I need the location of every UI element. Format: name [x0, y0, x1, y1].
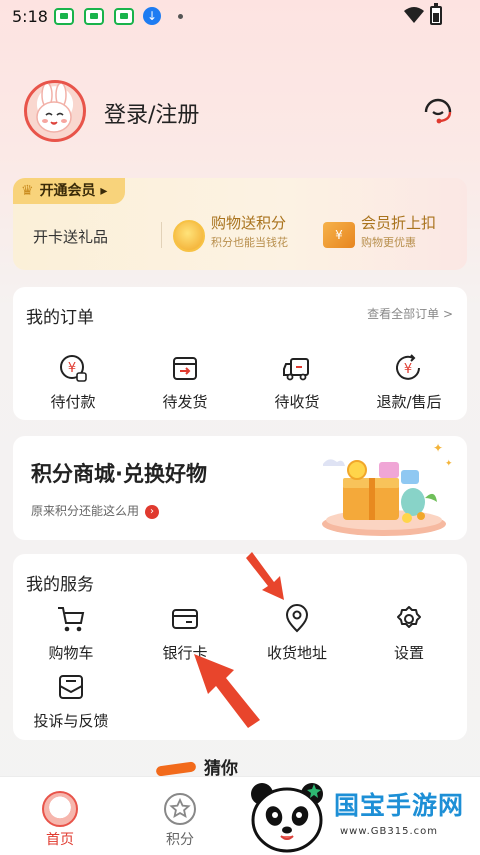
tab-label: 首页	[46, 832, 74, 848]
pending-shipment-icon	[173, 357, 197, 380]
home-rabbit-icon	[42, 791, 78, 827]
service-label: 收货地址	[266, 644, 327, 662]
star-icon	[164, 793, 196, 825]
avatar[interactable]	[24, 80, 86, 142]
wifi-icon	[404, 7, 424, 23]
tab-points[interactable]: 积分	[140, 777, 220, 855]
open-membership-button[interactable]: ♛ 开通会员 ▸	[13, 178, 126, 204]
app-notification-icon	[114, 8, 134, 25]
points-mall-banner[interactable]: 积分商城·兑换好物 原来积分还能这么用 › ✦ ✦	[13, 436, 467, 540]
benefit-title: 购物送积分	[211, 214, 287, 232]
order-status-label: 待付款	[50, 393, 96, 411]
rabbit-avatar-icon	[36, 83, 72, 133]
benefit-subtitle: 积分也能当钱花	[211, 236, 288, 249]
bank-card-icon	[172, 609, 198, 629]
watermark-text: 国宝手游网	[334, 791, 465, 820]
refund-aftersale-button[interactable]: ¥ 退款/售后	[359, 353, 459, 412]
gift-text: 开卡送礼品	[33, 228, 109, 246]
order-status-label: 待发货	[162, 393, 208, 411]
app-notification-icon	[84, 8, 104, 25]
my-orders-card: 我的订单 查看全部订单 > ¥ 待付款 待发货 待收货 ¥ 退款/售后	[13, 287, 467, 420]
customer-service-icon[interactable]	[420, 92, 456, 128]
login-register-link[interactable]: 登录/注册	[104, 97, 199, 129]
points-mall-subtitle-text: 原来积分还能这么用	[31, 504, 140, 518]
view-all-orders-link[interactable]: 查看全部订单 >	[367, 305, 453, 322]
svg-text:✦: ✦	[433, 441, 443, 455]
watermark-url: www.GB315.com	[340, 826, 439, 837]
delivery-truck-icon	[283, 358, 309, 381]
swoosh-icon	[155, 761, 197, 777]
tab-home[interactable]: 首页	[20, 777, 100, 855]
benefit-title: 会员折上扣	[361, 214, 437, 232]
shipping-address-button[interactable]: 收货地址	[247, 604, 347, 663]
app-notification-icon	[54, 8, 74, 25]
battery-icon	[430, 3, 442, 25]
order-status-label: 待收货	[274, 393, 320, 411]
download-icon: ↓	[143, 7, 161, 25]
pending-receipt-button[interactable]: 待收货	[247, 353, 347, 412]
shopping-points-benefit[interactable]: 购物送积分 积分也能当钱花	[173, 212, 313, 256]
coupon-icon: ¥	[323, 222, 355, 248]
svg-text:¥: ¥	[404, 362, 412, 377]
order-status-label: 退款/售后	[376, 393, 442, 411]
divider	[161, 222, 162, 248]
membership-card: ♛ 开通会员 ▸ 开卡送礼品 购物送积分 积分也能当钱花 ¥ 会员折上扣 购物更优…	[13, 178, 467, 270]
settings-button[interactable]: 设置	[359, 604, 459, 663]
feedback-mail-icon	[59, 675, 83, 699]
gear-icon	[397, 606, 421, 628]
svg-text:¥: ¥	[68, 361, 76, 376]
tab-label: 积分	[166, 832, 194, 848]
open-membership-label: 开通会员	[39, 183, 96, 199]
orders-title: 我的订单	[26, 308, 94, 328]
panda-logo-icon	[251, 783, 323, 853]
benefit-subtitle: 购物更优惠	[361, 236, 416, 249]
points-mall-subtitle: 原来积分还能这么用 ›	[31, 502, 160, 519]
watermark: 国宝手游网 www.GB315.com	[248, 774, 480, 855]
member-discount-benefit[interactable]: ¥ 会员折上扣 购物更优惠	[323, 212, 463, 256]
crown-icon: ♛	[21, 183, 34, 199]
status-time: 5:18	[12, 7, 48, 26]
status-bar: 5:18 ↓	[0, 0, 480, 34]
more-notifications-icon	[178, 14, 183, 19]
annotation-arrow-icon	[246, 552, 284, 600]
arrow-right-icon: ›	[145, 504, 160, 519]
annotation-arrow-icon	[194, 654, 260, 728]
gift-box-illustration-icon: ✦ ✦	[322, 441, 453, 536]
coin-icon	[173, 220, 205, 252]
complaint-feedback-button[interactable]: 投诉与反馈	[21, 672, 121, 731]
location-pin-icon	[285, 604, 309, 633]
refund-icon: ¥	[396, 354, 420, 380]
svg-text:✦: ✦	[445, 459, 453, 469]
service-label: 购物车	[48, 644, 94, 662]
shopping-cart-icon	[58, 607, 85, 632]
pending-payment-button[interactable]: ¥ 待付款	[23, 353, 123, 412]
shopping-cart-button[interactable]: 购物车	[21, 604, 121, 663]
service-label: 设置	[393, 644, 424, 662]
pending-shipment-button[interactable]: 待发货	[135, 353, 235, 412]
services-title: 我的服务	[26, 575, 94, 595]
points-mall-title: 积分商城·兑换好物	[31, 462, 207, 486]
pending-payment-icon: ¥	[60, 355, 87, 382]
service-label: 投诉与反馈	[33, 712, 109, 730]
